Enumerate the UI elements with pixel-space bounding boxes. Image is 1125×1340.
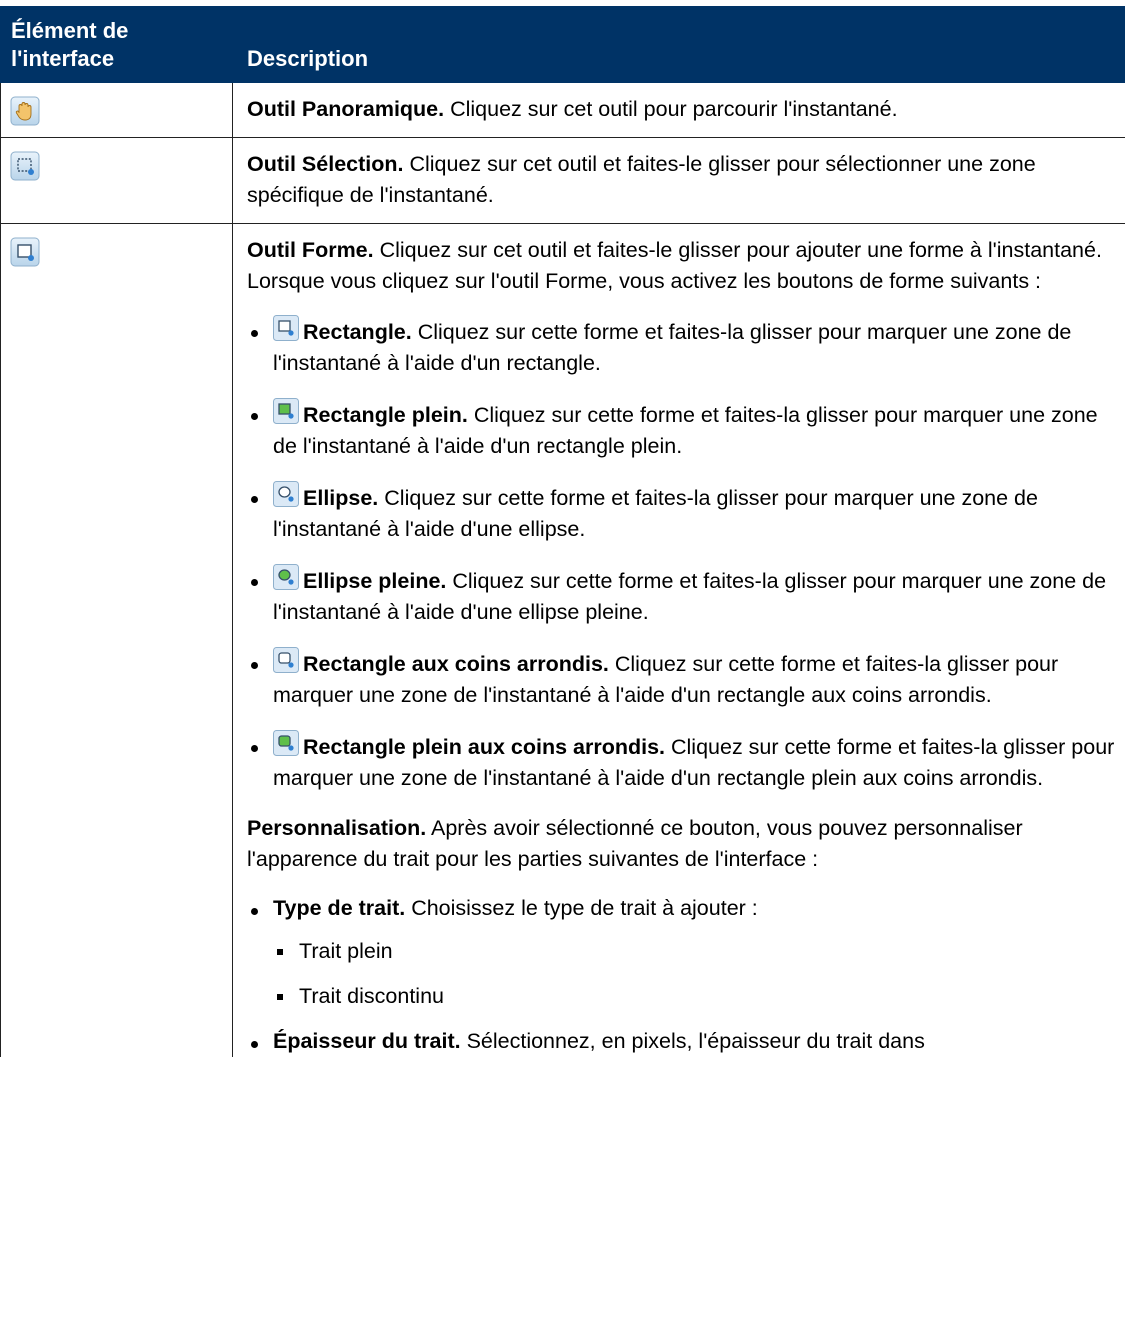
- stroke-type-options: Trait plein Trait discontinu: [273, 936, 1117, 1012]
- customization-paragraph: Personnalisation. Après avoir sélectionn…: [247, 813, 1117, 875]
- filled-ellipse-icon: [273, 564, 299, 590]
- list-item: Trait discontinu: [273, 981, 1117, 1012]
- list-item: Rectangle plein aux coins arrondis. Cliq…: [247, 730, 1117, 794]
- shape-tool-title: Outil Forme.: [247, 238, 374, 262]
- shape-title: Rectangle aux coins arrondis.: [303, 652, 609, 676]
- table-row: Outil Panoramique. Cliquez sur cet outil…: [0, 82, 1125, 138]
- selection-tool-icon: [10, 151, 40, 181]
- rectangle-icon: [273, 315, 299, 341]
- shape-title: Ellipse pleine.: [303, 569, 447, 593]
- description-cell: Outil Sélection. Cliquez sur cet outil e…: [232, 137, 1125, 224]
- interface-elements-table: Élément de l'interface Description Outil…: [0, 6, 1125, 1057]
- header-element: Élément de l'interface: [0, 6, 233, 83]
- element-cell: [0, 223, 233, 1057]
- element-cell: [0, 82, 233, 138]
- description-cell: Outil Panoramique. Cliquez sur cet outil…: [232, 82, 1125, 138]
- shape-title: Rectangle plein aux coins arrondis.: [303, 735, 666, 759]
- pan-tool-title: Outil Panoramique.: [247, 97, 445, 121]
- table-header-row: Élément de l'interface Description: [0, 6, 1125, 83]
- list-item: Rectangle plein. Cliquez sur cette forme…: [247, 398, 1117, 462]
- description-cell: Outil Forme. Cliquez sur cet outil et fa…: [232, 223, 1125, 1057]
- shape-title: Rectangle.: [303, 320, 412, 344]
- shape-tool-text: Cliquez sur cet outil et faites-le gliss…: [247, 238, 1102, 293]
- stroke-width-text: Sélectionnez, en pixels, l'épaisseur du …: [460, 1029, 925, 1053]
- list-item: Type de trait. Choisissez le type de tra…: [247, 893, 1117, 1012]
- table-row: Outil Sélection. Cliquez sur cet outil e…: [0, 137, 1125, 224]
- filled-rectangle-icon: [273, 398, 299, 424]
- list-item: Ellipse. Cliquez sur cette forme et fait…: [247, 481, 1117, 545]
- shape-tool-icon: [10, 237, 40, 267]
- list-item: Ellipse pleine. Cliquez sur cette forme …: [247, 564, 1117, 628]
- stroke-type-text: Choisissez le type de trait à ajouter :: [405, 896, 758, 920]
- filled-rounded-rectangle-icon: [273, 730, 299, 756]
- list-item: Rectangle aux coins arrondis. Cliquez su…: [247, 647, 1117, 711]
- customization-list: Type de trait. Choisissez le type de tra…: [247, 893, 1117, 1057]
- element-cell: [0, 137, 233, 224]
- shape-tool-paragraph: Outil Forme. Cliquez sur cet outil et fa…: [247, 235, 1117, 297]
- ellipse-icon: [273, 481, 299, 507]
- pan-tool-text: Cliquez sur cet outil pour parcourir l'i…: [444, 97, 898, 121]
- hand-pan-icon: [10, 96, 40, 126]
- customization-title: Personnalisation.: [247, 816, 427, 840]
- shape-title: Rectangle plein.: [303, 403, 468, 427]
- list-item: Épaisseur du trait. Sélectionnez, en pix…: [247, 1026, 1117, 1057]
- header-description: Description: [232, 6, 1125, 83]
- shape-title: Ellipse.: [303, 486, 379, 510]
- stroke-type-title: Type de trait.: [273, 896, 406, 920]
- rounded-rectangle-icon: [273, 647, 299, 673]
- list-item: Rectangle. Cliquez sur cette forme et fa…: [247, 315, 1117, 379]
- shape-buttons-list: Rectangle. Cliquez sur cette forme et fa…: [247, 315, 1117, 794]
- list-item: Trait plein: [273, 936, 1117, 967]
- table-row: Outil Forme. Cliquez sur cet outil et fa…: [0, 223, 1125, 1057]
- shape-text: Cliquez sur cette forme et faites-la gli…: [273, 486, 1038, 541]
- selection-tool-title: Outil Sélection.: [247, 152, 404, 176]
- stroke-width-title: Épaisseur du trait.: [273, 1029, 461, 1053]
